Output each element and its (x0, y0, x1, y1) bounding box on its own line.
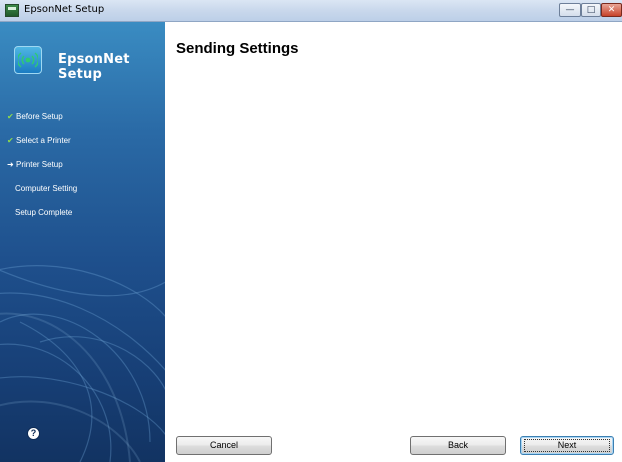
check-icon: ✔ (7, 136, 14, 145)
sidebar-decoration (0, 265, 165, 462)
app-icon (5, 4, 19, 17)
close-button[interactable]: ✕ (601, 3, 622, 17)
step-setup-complete: Setup Complete (15, 208, 73, 217)
wireless-printer-icon (14, 46, 42, 74)
maximize-button[interactable]: □ (581, 3, 601, 17)
page-title: Sending Settings (176, 40, 299, 57)
arrow-right-icon: ➜ (7, 160, 14, 169)
window-title: EpsonNet Setup (24, 4, 105, 15)
focus-ring (524, 439, 610, 452)
step-computer-setting: Computer Setting (15, 184, 78, 193)
sidebar: EpsonNet Setup ✔ Before Setup ✔ Select a P… (0, 22, 165, 462)
step-before-setup: ✔ Before Setup (7, 112, 63, 121)
title-bar: EpsonNet Setup — □ ✕ (0, 0, 622, 22)
check-icon: ✔ (7, 112, 14, 121)
help-button[interactable]: ? (27, 427, 40, 440)
step-select-printer: ✔ Select a Printer (7, 136, 71, 145)
step-printer-setup: ➜ Printer Setup (7, 160, 63, 169)
minimize-button[interactable]: — (559, 3, 581, 17)
next-button[interactable]: Next (520, 436, 614, 455)
brand-title: EpsonNet Setup (58, 52, 130, 82)
back-button[interactable]: Back (410, 436, 506, 455)
cancel-button[interactable]: Cancel (176, 436, 272, 455)
